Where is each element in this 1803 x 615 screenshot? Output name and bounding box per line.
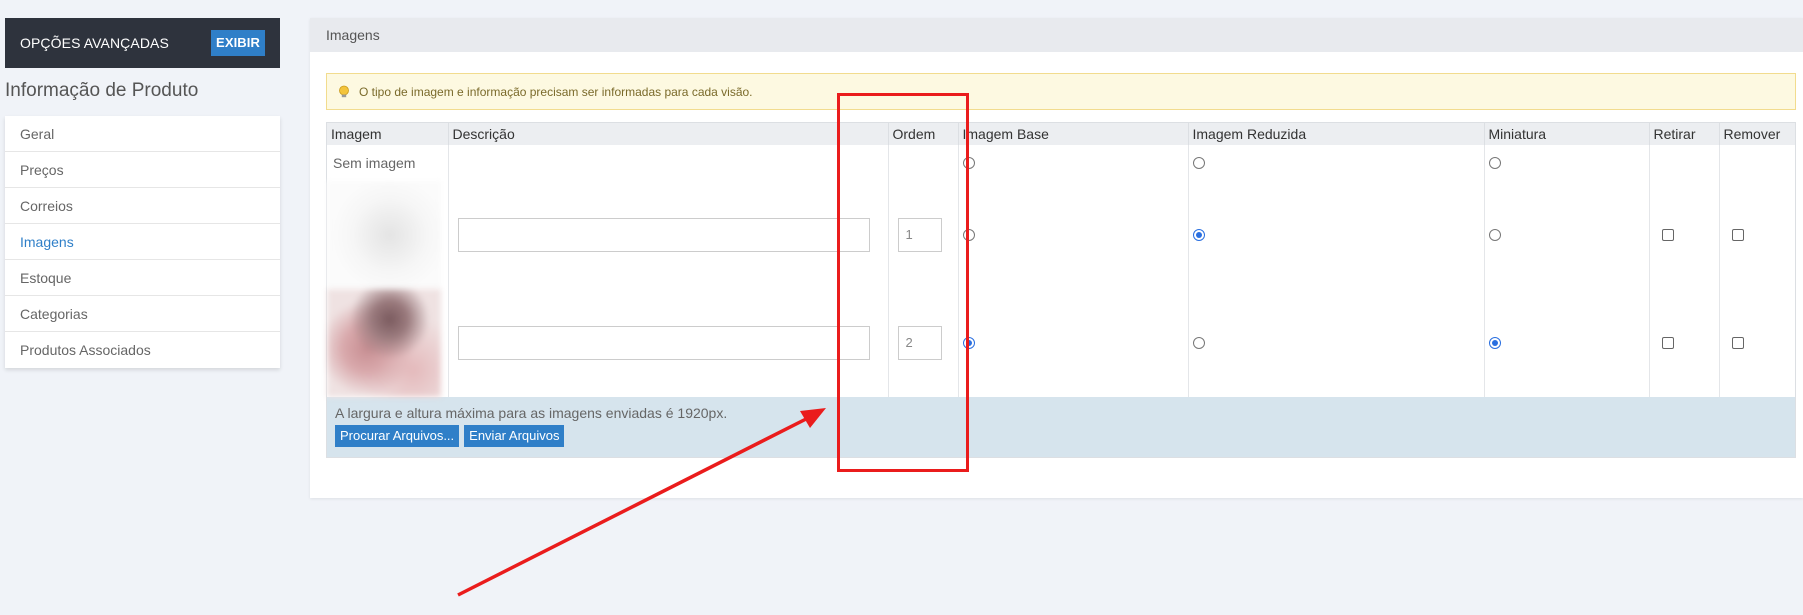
sidebar-item-categorias[interactable]: Categorias xyxy=(5,296,280,332)
col-miniatura: Miniatura xyxy=(1484,123,1650,145)
upload-footer: A largura e altura máxima para as imagen… xyxy=(327,397,1795,457)
col-retirar: Retirar xyxy=(1649,123,1720,145)
browse-files-button[interactable]: Procurar Arquivos... xyxy=(335,425,460,447)
thumbnail-radio[interactable] xyxy=(1488,337,1501,349)
exclude-checkbox[interactable] xyxy=(1661,229,1674,241)
table-row: 2 xyxy=(327,289,1795,397)
sidebar-item-precos[interactable]: Preços xyxy=(5,152,280,188)
exclude-checkbox[interactable] xyxy=(1661,337,1674,349)
col-imagem-base: Imagem Base xyxy=(958,123,1189,145)
show-advanced-button[interactable]: EXIBIR xyxy=(211,30,265,56)
sidebar-item-geral[interactable]: Geral xyxy=(5,116,280,152)
sidebar-menu: Geral Preços Correios Imagens Estoque Ca… xyxy=(5,116,280,368)
upload-files-button[interactable]: Enviar Arquivos xyxy=(464,425,565,447)
notice-text: O tipo de imagem e informação precisam s… xyxy=(359,84,753,99)
sidebar-item-imagens[interactable]: Imagens xyxy=(5,224,280,260)
table-row-no-image: Sem imagem xyxy=(327,145,1795,181)
table-header: Imagem Descrição Ordem Imagem Base Image… xyxy=(327,123,1795,145)
col-imagem: Imagem xyxy=(327,123,449,145)
sidebar-item-estoque[interactable]: Estoque xyxy=(5,260,280,296)
advanced-options-label: OPÇÕES AVANÇADAS xyxy=(20,35,169,51)
product-image-thumbnail xyxy=(327,289,441,397)
col-descricao: Descrição xyxy=(448,123,889,145)
remove-checkbox[interactable] xyxy=(1731,229,1744,241)
lightbulb-icon xyxy=(339,85,349,97)
reduced-radio[interactable] xyxy=(1192,337,1205,349)
no-image-label: Sem imagem xyxy=(327,145,449,181)
thumbnail-radio-none[interactable] xyxy=(1488,157,1501,169)
product-image-thumbnail xyxy=(327,181,441,289)
description-input[interactable] xyxy=(457,326,870,360)
sidebar-title: Informação de Produto xyxy=(5,80,199,101)
table-row: 1 xyxy=(327,181,1795,289)
description-input[interactable] xyxy=(457,218,870,252)
col-imagem-reduzida: Imagem Reduzida xyxy=(1188,123,1485,145)
panel-title: Imagens xyxy=(310,18,1803,52)
remove-checkbox[interactable] xyxy=(1731,337,1744,349)
advanced-options-bar: OPÇÕES AVANÇADAS EXIBIR xyxy=(5,18,280,68)
upload-size-hint: A largura e altura máxima para as imagen… xyxy=(335,405,728,421)
notice-box: O tipo de imagem e informação precisam s… xyxy=(326,73,1796,110)
reduced-radio-none[interactable] xyxy=(1192,157,1205,169)
annotation-highlight-box xyxy=(837,93,969,472)
images-table: Imagem Descrição Ordem Imagem Base Image… xyxy=(326,122,1796,458)
thumbnail-radio[interactable] xyxy=(1488,229,1501,241)
images-panel: Imagens O tipo de imagem e informação pr… xyxy=(310,18,1803,498)
sidebar-item-correios[interactable]: Correios xyxy=(5,188,280,224)
sidebar-item-produtos-associados[interactable]: Produtos Associados xyxy=(5,332,280,368)
col-remover: Remover xyxy=(1719,123,1795,145)
reduced-radio[interactable] xyxy=(1192,229,1205,241)
